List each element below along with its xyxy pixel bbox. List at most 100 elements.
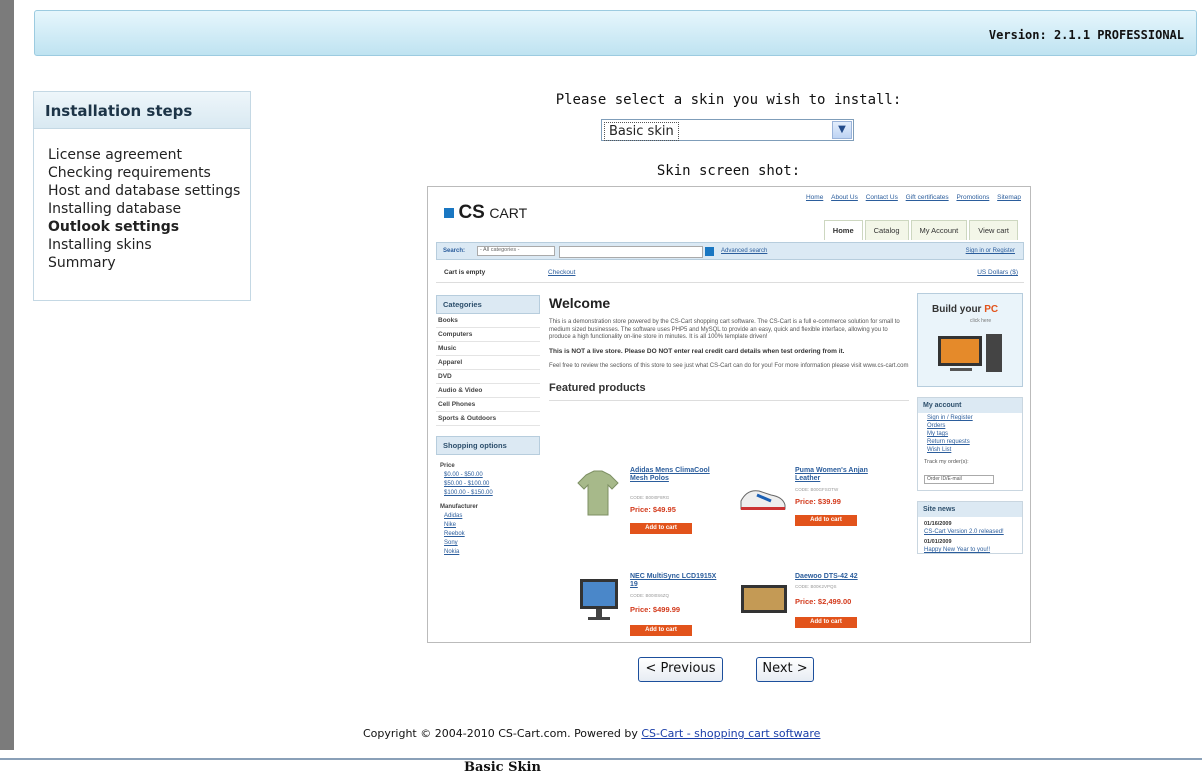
preview-shopping-options: Shopping options Price $0.00 - $50.00 $5… bbox=[436, 436, 540, 555]
bottom-divider bbox=[0, 758, 1202, 760]
preview-product-code: CODE: B00GFSOTW bbox=[795, 487, 839, 492]
preview-welcome-text: This is a demonstration store powered by… bbox=[549, 319, 900, 340]
preview-manufacturer: Nike bbox=[444, 522, 457, 528]
computer-icon bbox=[938, 334, 1002, 372]
preview-checkout: Checkout bbox=[548, 269, 576, 276]
preview-advanced-search: Advanced search bbox=[721, 248, 768, 254]
preview-news-title: Happy New Year to you!! bbox=[924, 547, 991, 553]
preview-track-label: Track my order(s): bbox=[924, 459, 969, 465]
preview-price-range: $0.00 - $50.00 bbox=[444, 472, 483, 478]
preview-link-gift: Gift certificates bbox=[905, 194, 949, 201]
preview-account-link: Orders bbox=[927, 423, 946, 429]
preview-logo-cs: CS bbox=[458, 202, 485, 223]
next-button[interactable]: Next > bbox=[756, 657, 814, 682]
skin-screenshot-label: Skin screen shot: bbox=[656, 163, 801, 179]
preview-price-range: $100.00 - $150.00 bbox=[444, 490, 493, 496]
installation-steps-panel: Installation steps License agreement Che… bbox=[33, 91, 251, 301]
preview-product-name: Puma Women's Anjan Leather bbox=[795, 467, 868, 482]
preview-add-to-cart: Add to cart bbox=[795, 515, 857, 526]
preview-sign-in: Sign in or Register bbox=[965, 248, 1015, 254]
preview-search-label: Search: bbox=[443, 248, 466, 254]
preview-categories-title: Categories bbox=[436, 295, 540, 314]
skin-select-label: Please select a skin you wish to install… bbox=[555, 92, 902, 108]
preview-category: Sports & Outdoors bbox=[436, 412, 540, 426]
sneaker-icon bbox=[740, 490, 786, 510]
preview-review-text: Feel free to review the sections of this… bbox=[549, 362, 909, 369]
preview-site-news-box: Site news 01/16/2009 CS-Cart Version 2.0… bbox=[917, 501, 1023, 554]
left-edge-bar bbox=[0, 0, 14, 750]
step-summary: Summary bbox=[48, 255, 116, 271]
previous-button[interactable]: < Previous bbox=[638, 657, 723, 682]
preview-logo-cart: CART bbox=[489, 205, 528, 221]
preview-tab-cart: View cart bbox=[969, 220, 1018, 240]
preview-tab-home: Home bbox=[823, 220, 863, 240]
preview-product-name: NEC MultiSync LCD1915X 19 bbox=[630, 573, 717, 588]
version-label: Version: 2.1.1 PROFESSIONAL bbox=[988, 28, 1184, 42]
preview-product-price: Price: $2,499.00 bbox=[795, 597, 852, 606]
preview-link-about: About Us bbox=[831, 194, 858, 201]
preview-news-title: CS-Cart Version 2.0 released! bbox=[924, 529, 1004, 535]
preview-tabs: Home Catalog My Account View cart bbox=[822, 220, 1018, 240]
copyright-text: Copyright © 2004-2010 CS-Cart.com. Power… bbox=[363, 727, 638, 740]
preview-shopping-options-title: Shopping options bbox=[436, 436, 540, 455]
preview-cart-bar: Cart is empty Checkout US Dollars ($) bbox=[436, 265, 1024, 283]
preview-news-date: 01/16/2009 bbox=[924, 521, 952, 527]
figure-caption: Basic Skin bbox=[464, 760, 541, 775]
preview-cart-status: Cart is empty bbox=[444, 269, 486, 276]
step-installing-database: Installing database bbox=[48, 201, 182, 217]
preview-account-link: Wish List bbox=[927, 447, 952, 453]
preview-product-name: Adidas Mens ClimaCool Mesh Polos bbox=[630, 467, 710, 482]
preview-product: Puma Women's Anjan Leather CODE: B00GFSO… bbox=[733, 467, 893, 547]
preview-link-contact: Contact Us bbox=[865, 194, 898, 201]
preview-top-links: Home About Us Contact Us Gift certificat… bbox=[800, 194, 1021, 201]
preview-manufacturer: Sony bbox=[444, 540, 458, 546]
preview-manufacturer: Reebok bbox=[444, 531, 465, 537]
preview-product-code: CODE: B00I0S6ZQ bbox=[630, 593, 670, 598]
step-outlook-settings: Outlook settings bbox=[48, 219, 180, 235]
preview-product-price: Price: $39.99 bbox=[795, 497, 841, 506]
preview-search-input bbox=[559, 246, 703, 258]
preview-featured-title: Featured products bbox=[549, 382, 909, 401]
installation-steps-list: License agreement Checking requirements … bbox=[34, 129, 250, 272]
preview-build-title-pc: PC bbox=[984, 304, 999, 315]
powered-by-link[interactable]: CS-Cart - shopping cart software bbox=[641, 727, 820, 740]
preview-product-code: CODE: B00K2VPQS bbox=[795, 584, 837, 589]
chevron-down-icon[interactable]: ▼ bbox=[832, 121, 852, 139]
preview-product-code: CODE: B00I0F8RG bbox=[630, 495, 670, 500]
preview-manufacturer: Nokia bbox=[444, 549, 460, 555]
preview-account-link: My tags bbox=[927, 431, 949, 437]
preview-price-range: $50.00 - $100.00 bbox=[444, 481, 490, 487]
copyright-footer: Copyright © 2004-2010 CS-Cart.com. Power… bbox=[363, 727, 820, 740]
preview-product: Adidas Mens ClimaCool Mesh Polos CODE: B… bbox=[568, 467, 728, 547]
preview-manufacturer: Adidas bbox=[444, 513, 463, 519]
skin-select-value: Basic skin bbox=[604, 122, 679, 141]
preview-category: Cell Phones bbox=[436, 398, 540, 412]
logo-square-icon bbox=[444, 208, 454, 218]
preview-add-to-cart: Add to cart bbox=[630, 523, 692, 534]
preview-price-title: Price bbox=[440, 463, 455, 469]
preview-product: NEC MultiSync LCD1915X 19 CODE: B00I0S6Z… bbox=[568, 573, 728, 642]
preview-product-name: Daewoo DTS-42 42 bbox=[795, 573, 858, 580]
preview-order-input: Order ID/E-mail bbox=[924, 475, 994, 484]
preview-category: Audio & Video bbox=[436, 384, 540, 398]
preview-welcome-title: Welcome bbox=[549, 295, 611, 311]
preview-category: DVD bbox=[436, 370, 540, 384]
preview-center-column: Welcome This is a demonstration store po… bbox=[549, 295, 909, 401]
preview-category: Apparel bbox=[436, 356, 540, 370]
preview-categories-list: Books Computers Music Apparel DVD Audio … bbox=[436, 314, 540, 426]
preview-link-sitemap: Sitemap bbox=[997, 194, 1021, 201]
preview-tab-catalog: Catalog bbox=[864, 220, 909, 240]
preview-my-account-box: My account Sign in / Register Orders My … bbox=[917, 397, 1023, 491]
monitor-icon bbox=[580, 579, 618, 620]
preview-product-price: Price: $499.99 bbox=[630, 605, 681, 614]
preview-category: Computers bbox=[436, 328, 540, 342]
preview-product: Daewoo DTS-42 42 CODE: B00K2VPQS Price: … bbox=[733, 573, 893, 642]
skin-select[interactable]: Basic skin ▼ bbox=[601, 119, 854, 141]
preview-currency: US Dollars ($) bbox=[977, 269, 1018, 276]
preview-right-column: Build your PC click here My account Sign… bbox=[917, 293, 1023, 554]
step-host-database: Host and database settings bbox=[48, 183, 241, 199]
preview-add-to-cart: Add to cart bbox=[795, 617, 857, 628]
preview-category: Books bbox=[436, 314, 540, 328]
tv-icon bbox=[741, 585, 787, 613]
preview-category: Music bbox=[436, 342, 540, 356]
